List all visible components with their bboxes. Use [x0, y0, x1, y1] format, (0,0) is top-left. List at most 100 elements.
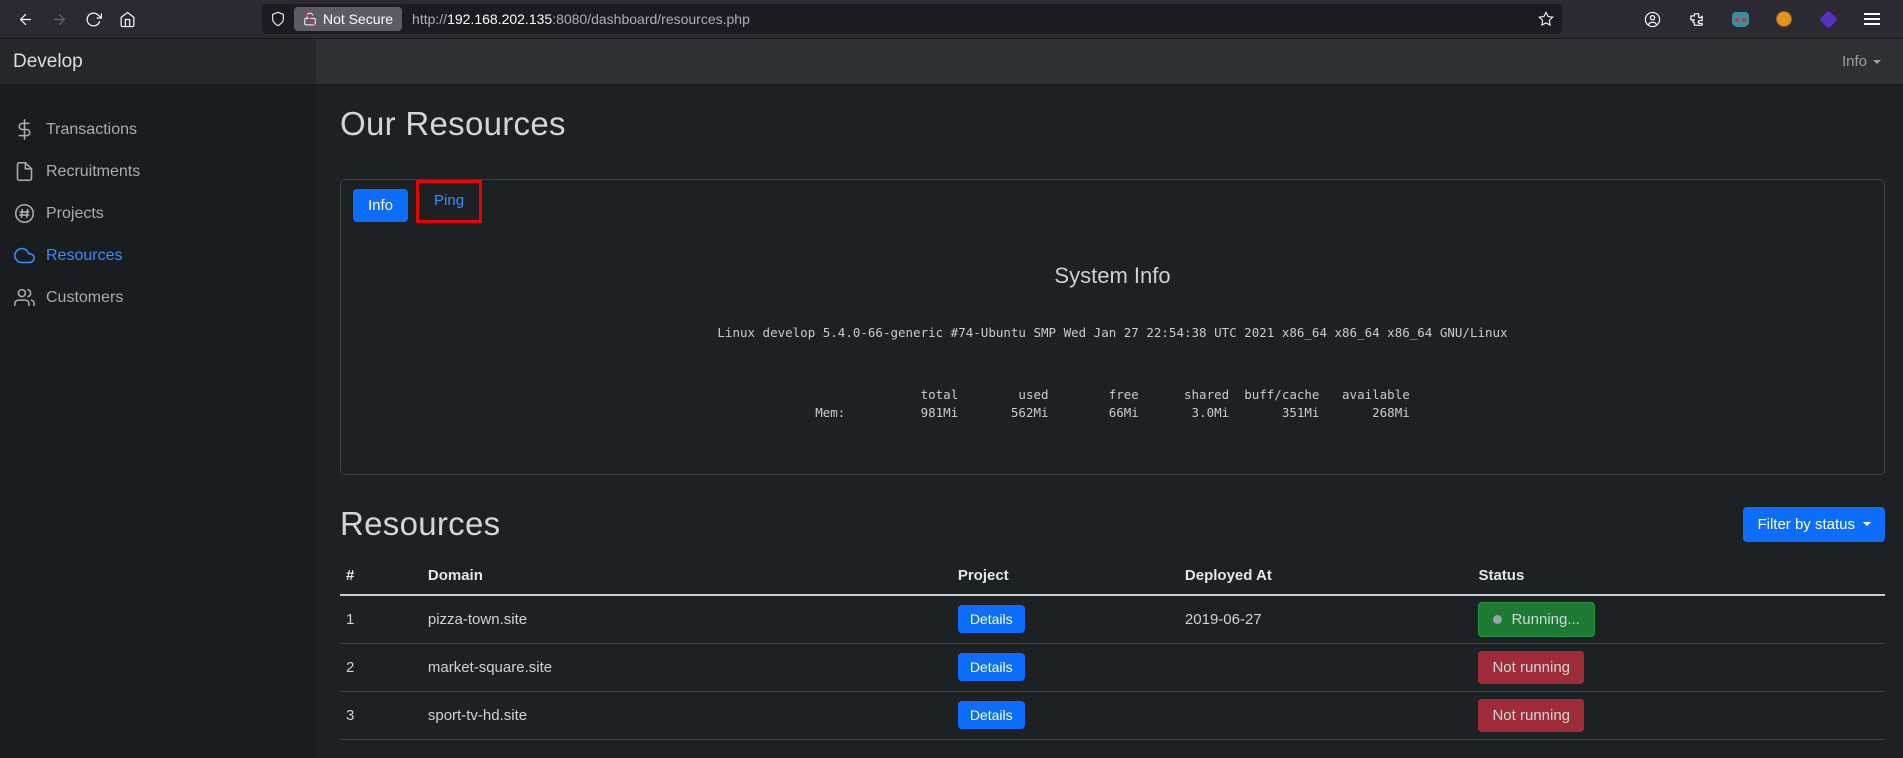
ball-extension-icon — [1776, 11, 1792, 27]
reload-icon — [85, 11, 102, 28]
account-icon — [1644, 11, 1661, 28]
details-button[interactable]: Details — [958, 653, 1025, 681]
app-topbar: Develop Info — [0, 39, 1903, 85]
col-header-num: # — [340, 559, 422, 595]
chevron-down-icon — [1863, 522, 1871, 526]
memory-output: total used free shared buff/cache availa… — [815, 386, 1410, 422]
domain-cell: market-square.site — [422, 643, 952, 691]
robot-extension-icon — [1732, 12, 1749, 27]
info-dropdown-label: Info — [1842, 53, 1867, 70]
row-number: 3 — [340, 691, 422, 739]
url-scheme: http:// — [412, 11, 447, 27]
sidebar-item-label: Transactions — [46, 121, 137, 139]
details-button[interactable]: Details — [958, 605, 1025, 633]
url-text[interactable]: http://192.168.202.135:8080/dashboard/re… — [412, 11, 1538, 27]
diamond-extension-icon — [1819, 10, 1837, 28]
address-bar[interactable]: Not Secure http://192.168.202.135:8080/d… — [262, 4, 1562, 34]
extensions-button[interactable] — [1681, 4, 1711, 34]
table-row: 1 pizza-town.site Details 2019-06-27 Run… — [340, 595, 1885, 643]
menu-button[interactable] — [1857, 4, 1887, 34]
chevron-down-icon — [1873, 60, 1881, 64]
table-row: 3 sport-tv-hd.site Details Not running — [340, 691, 1885, 739]
cloud-icon — [14, 245, 35, 266]
brand-area: Develop — [0, 39, 316, 85]
resources-title: Resources — [340, 505, 500, 543]
table-row: 2 market-square.site Details Not running — [340, 643, 1885, 691]
url-host: 192.168.202.135 — [447, 11, 552, 27]
puzzle-icon — [1688, 11, 1705, 28]
filter-button-label: Filter by status — [1757, 516, 1855, 533]
broken-lock-icon — [303, 12, 317, 26]
brand-link[interactable]: Develop — [13, 51, 83, 73]
home-button[interactable] — [112, 4, 142, 34]
tab-bar: Info Ping — [353, 180, 1872, 223]
extension-ball-button[interactable] — [1769, 4, 1799, 34]
reload-button[interactable] — [78, 4, 108, 34]
red-annotation-box: Ping — [416, 180, 482, 223]
deployed-at-cell — [1179, 643, 1473, 691]
system-info-panel: System Info Linux develop 5.4.0-66-gener… — [353, 263, 1872, 422]
browser-toolbar: Not Secure http://192.168.202.135:8080/d… — [0, 0, 1903, 39]
shield-icon[interactable] — [270, 11, 286, 27]
status-stopped-button[interactable]: Not running — [1478, 699, 1584, 732]
sidebar-item-transactions[interactable]: Transactions — [0, 111, 316, 148]
users-icon — [14, 287, 35, 308]
sidebar-item-customers[interactable]: Customers — [0, 279, 316, 316]
table-header-row: # Domain Project Deployed At Status — [340, 559, 1885, 595]
sidebar-item-resources[interactable]: Resources — [0, 237, 316, 274]
status-running-button[interactable]: Running... — [1478, 602, 1594, 637]
col-header-status: Status — [1472, 559, 1885, 595]
system-info-card: Info Ping System Info Linux develop 5.4.… — [340, 179, 1885, 475]
resources-header: Resources Filter by status — [340, 505, 1885, 543]
status-label: Not running — [1492, 659, 1570, 676]
domain-cell: sport-tv-hd.site — [422, 691, 952, 739]
row-number: 2 — [340, 643, 422, 691]
sidebar-item-recruitments[interactable]: Recruitments — [0, 153, 316, 190]
hash-circle-icon — [14, 203, 35, 224]
sidebar: Transactions Recruitments Projects Resou… — [0, 85, 316, 758]
forward-icon — [51, 11, 68, 28]
status-dot-icon — [1493, 615, 1502, 624]
status-label: Running... — [1511, 611, 1579, 628]
url-path: :8080/dashboard/resources.php — [552, 11, 750, 27]
account-button[interactable] — [1637, 4, 1667, 34]
back-button[interactable] — [10, 4, 40, 34]
col-header-deployed: Deployed At — [1179, 559, 1473, 595]
sidebar-item-label: Resources — [46, 247, 122, 265]
bookmark-star-icon[interactable] — [1538, 11, 1554, 27]
status-label: Not running — [1492, 707, 1570, 724]
tab-info[interactable]: Info — [353, 189, 408, 222]
extension-robot-button[interactable] — [1725, 4, 1755, 34]
hamburger-icon — [1864, 13, 1880, 25]
back-icon — [17, 11, 34, 28]
home-icon — [119, 11, 136, 28]
page-title: Our Resources — [340, 105, 1885, 143]
toolbar-right — [1637, 4, 1893, 34]
main-content: Our Resources Info Ping System Info Linu… — [316, 85, 1903, 758]
tab-ping[interactable]: Ping — [426, 187, 472, 214]
info-dropdown[interactable]: Info — [1842, 53, 1881, 70]
status-stopped-button[interactable]: Not running — [1478, 651, 1584, 684]
file-icon — [14, 161, 35, 182]
not-secure-label: Not Secure — [323, 11, 393, 27]
details-button[interactable]: Details — [958, 701, 1025, 729]
extension-diamond-button[interactable] — [1813, 4, 1843, 34]
col-header-project: Project — [952, 559, 1179, 595]
row-number: 1 — [340, 595, 422, 643]
not-secure-badge[interactable]: Not Secure — [294, 7, 402, 31]
uname-output: Linux develop 5.4.0-66-generic #74-Ubunt… — [353, 325, 1872, 340]
col-header-domain: Domain — [422, 559, 952, 595]
domain-cell: pizza-town.site — [422, 595, 952, 643]
system-info-title: System Info — [353, 263, 1872, 289]
deployed-at-cell: 2019-06-27 — [1179, 595, 1473, 643]
sidebar-item-projects[interactable]: Projects — [0, 195, 316, 232]
topnav: Info — [316, 39, 1903, 85]
dollar-icon — [14, 119, 35, 140]
resources-table: # Domain Project Deployed At Status 1 pi… — [340, 559, 1885, 740]
sidebar-item-label: Recruitments — [46, 163, 140, 181]
filter-by-status-button[interactable]: Filter by status — [1743, 507, 1885, 542]
forward-button[interactable] — [44, 4, 74, 34]
sidebar-item-label: Projects — [46, 205, 104, 223]
sidebar-item-label: Customers — [46, 289, 123, 307]
deployed-at-cell — [1179, 691, 1473, 739]
